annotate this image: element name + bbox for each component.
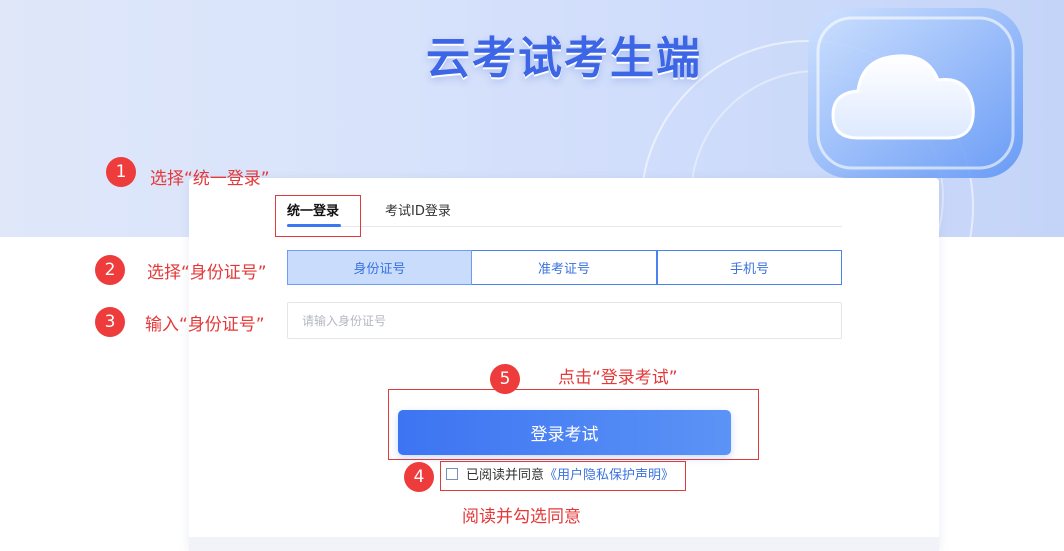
step-1-label: 选择“统一登录” [150,169,270,189]
id-number-input[interactable] [287,302,842,339]
step-2-badge: 2 [95,255,125,285]
annotation-box-tab [275,195,361,237]
annotation-box-login-button [388,389,759,460]
step-1-badge: 1 [106,157,136,187]
step-3-badge: 3 [95,307,125,337]
id-type-id-card-button[interactable]: 身份证号 [287,250,472,285]
step-2-label: 选择“身份证号” [147,263,267,283]
id-type-admission-ticket-button[interactable]: 准考证号 [472,250,657,285]
step-4-label: 阅读并勾选同意 [462,507,581,527]
tabs-divider [287,226,842,227]
cloud-illustration-icon [788,0,1038,188]
tab-exam-id-login[interactable]: 考试ID登录 [385,200,451,219]
id-type-phone-button[interactable]: 手机号 [657,250,842,285]
step-3-label: 输入“身份证号” [145,315,265,335]
annotation-box-agreement [440,461,686,491]
step-5-label: 点击“登录考试” [558,368,678,388]
card-footer-strip [189,537,939,551]
step-4-badge: 4 [404,462,434,492]
step-5-badge: 5 [490,364,520,394]
